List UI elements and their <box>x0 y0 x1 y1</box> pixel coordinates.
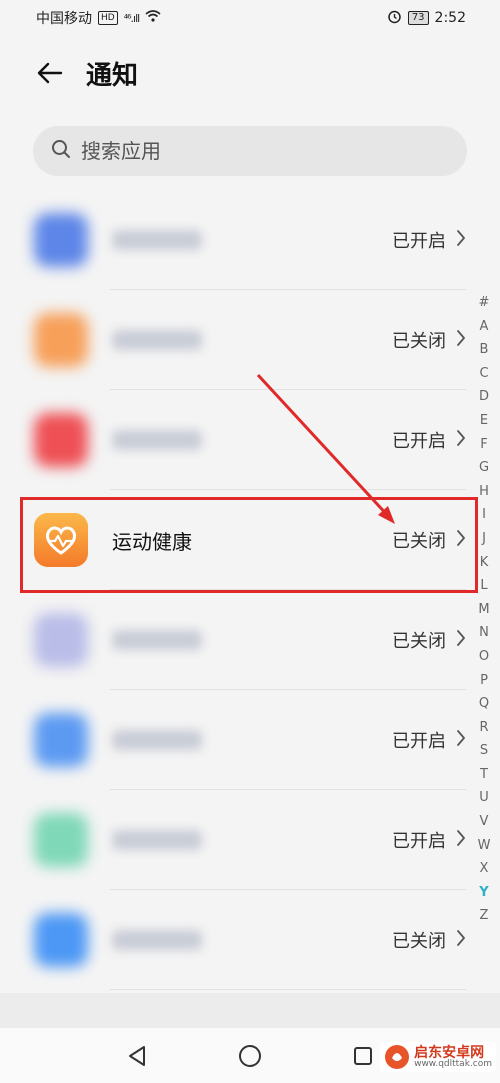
index-letter[interactable]: X <box>480 857 489 881</box>
index-letter[interactable]: A <box>480 315 489 339</box>
index-letter[interactable]: # <box>479 291 490 315</box>
index-letter[interactable]: D <box>479 385 489 409</box>
search-input[interactable] <box>81 139 421 163</box>
alarm-icon <box>387 9 402 28</box>
app-row[interactable]: 运动健康 已关闭 <box>0 490 500 590</box>
index-letter[interactable]: Q <box>479 692 489 716</box>
index-letter[interactable]: Z <box>480 904 489 928</box>
chevron-right-icon <box>456 728 466 752</box>
search-bar[interactable] <box>33 126 467 176</box>
notification-status: 已开启 <box>392 831 446 852</box>
back-button[interactable] <box>28 51 72 95</box>
health-app-icon <box>34 513 88 567</box>
index-letter[interactable]: G <box>479 456 489 480</box>
index-letter[interactable]: W <box>478 834 491 858</box>
chevron-right-icon <box>456 828 466 852</box>
wifi-icon <box>145 10 161 26</box>
index-letter[interactable]: V <box>480 810 489 834</box>
index-letter[interactable]: E <box>480 409 488 433</box>
app-name-blurred <box>112 230 202 250</box>
status-left: 中国移动 HD ⁴⁶.ıll <box>36 8 161 28</box>
square-recents-icon <box>354 1046 373 1065</box>
index-letter[interactable]: R <box>479 716 488 740</box>
triangle-back-icon <box>128 1045 145 1066</box>
index-letter[interactable]: U <box>479 786 489 810</box>
app-row[interactable]: 已关闭 <box>0 290 500 390</box>
nav-home-button[interactable] <box>230 1036 270 1076</box>
signal-icon: ⁴⁶.ıll <box>123 11 141 25</box>
row-divider <box>110 989 466 990</box>
chevron-right-icon <box>456 628 466 652</box>
notification-status: 已开启 <box>392 731 446 752</box>
index-letter[interactable]: F <box>480 433 487 457</box>
app-icon <box>34 913 88 967</box>
app-row[interactable]: 已开启 <box>0 390 500 490</box>
chevron-right-icon <box>456 428 466 452</box>
chevron-right-icon <box>456 328 466 352</box>
app-name-blurred <box>112 930 202 950</box>
index-letter[interactable]: L <box>480 574 487 598</box>
index-letter[interactable]: P <box>480 669 488 693</box>
status-right: 73 2:52 <box>387 9 466 28</box>
index-letter[interactable]: O <box>479 645 489 669</box>
app-name-blurred <box>112 430 202 450</box>
app-row[interactable]: 已开启 <box>0 790 500 890</box>
notification-status: 已关闭 <box>392 631 446 652</box>
index-letter[interactable]: S <box>480 739 488 763</box>
notification-status: 已关闭 <box>392 531 446 552</box>
index-letter[interactable]: T <box>480 763 488 787</box>
app-name-blurred <box>112 730 202 750</box>
nav-recents-button[interactable] <box>343 1036 383 1076</box>
carrier-label: 中国移动 <box>36 11 92 27</box>
index-letter[interactable]: I <box>482 503 486 527</box>
chevron-right-icon <box>456 928 466 952</box>
app-notification-list: 已开启 已关闭 已开启 运动健康 已关闭 已关闭 已开启 已开启 已关闭 <box>0 190 500 990</box>
battery-indicator: 73 <box>407 11 429 25</box>
index-letter[interactable]: B <box>480 338 489 362</box>
watermark-url: www.qdlttak.com <box>414 1058 492 1069</box>
app-icon <box>34 313 88 367</box>
chevron-right-icon <box>456 228 466 252</box>
notification-status: 已关闭 <box>392 931 446 952</box>
index-letter[interactable]: N <box>479 621 489 645</box>
watermark: 启东安卓网 www.qdlttak.com <box>380 1042 496 1072</box>
index-letter[interactable]: M <box>478 598 489 622</box>
app-name: 运动健康 <box>112 529 192 554</box>
watermark-logo-icon <box>385 1045 410 1069</box>
index-letter[interactable]: J <box>482 527 486 551</box>
header: 通知 <box>0 48 500 98</box>
alphabet-index[interactable]: # A B C D E F G H I J K L M N O P Q R S T U V W X Y Z <box>476 291 492 928</box>
app-row[interactable]: 已关闭 <box>0 890 500 990</box>
app-icon <box>34 413 88 467</box>
app-row[interactable]: 已关闭 <box>0 590 500 690</box>
app-row[interactable]: 已开启 <box>0 190 500 290</box>
search-icon <box>51 139 71 163</box>
notification-status: 已开启 <box>392 431 446 452</box>
partial-list-item <box>0 993 500 1033</box>
page-title: 通知 <box>86 60 139 91</box>
app-row[interactable]: 已开启 <box>0 690 500 790</box>
app-icon <box>34 213 88 267</box>
index-letter[interactable]: H <box>479 480 489 504</box>
back-arrow-icon <box>37 62 63 84</box>
clock: 2:52 <box>434 10 466 26</box>
app-icon <box>34 713 88 767</box>
app-icon <box>34 613 88 667</box>
app-name-blurred <box>112 630 202 650</box>
circle-home-icon <box>238 1044 261 1067</box>
app-name-blurred <box>112 830 202 850</box>
notification-status: 已关闭 <box>392 331 446 352</box>
chevron-right-icon <box>456 528 466 552</box>
app-name-blurred <box>112 330 202 350</box>
index-letter[interactable]: K <box>480 551 489 575</box>
watermark-title: 启东安卓网 <box>414 1044 485 1061</box>
notification-status: 已开启 <box>392 231 446 252</box>
index-letter[interactable]: Y <box>479 881 488 905</box>
status-bar: 中国移动 HD ⁴⁶.ıll 73 2:52 <box>0 0 500 36</box>
nav-back-button[interactable] <box>117 1036 157 1076</box>
app-icon <box>34 813 88 867</box>
hd-badge: HD <box>98 11 118 25</box>
index-letter[interactable]: C <box>479 362 488 386</box>
